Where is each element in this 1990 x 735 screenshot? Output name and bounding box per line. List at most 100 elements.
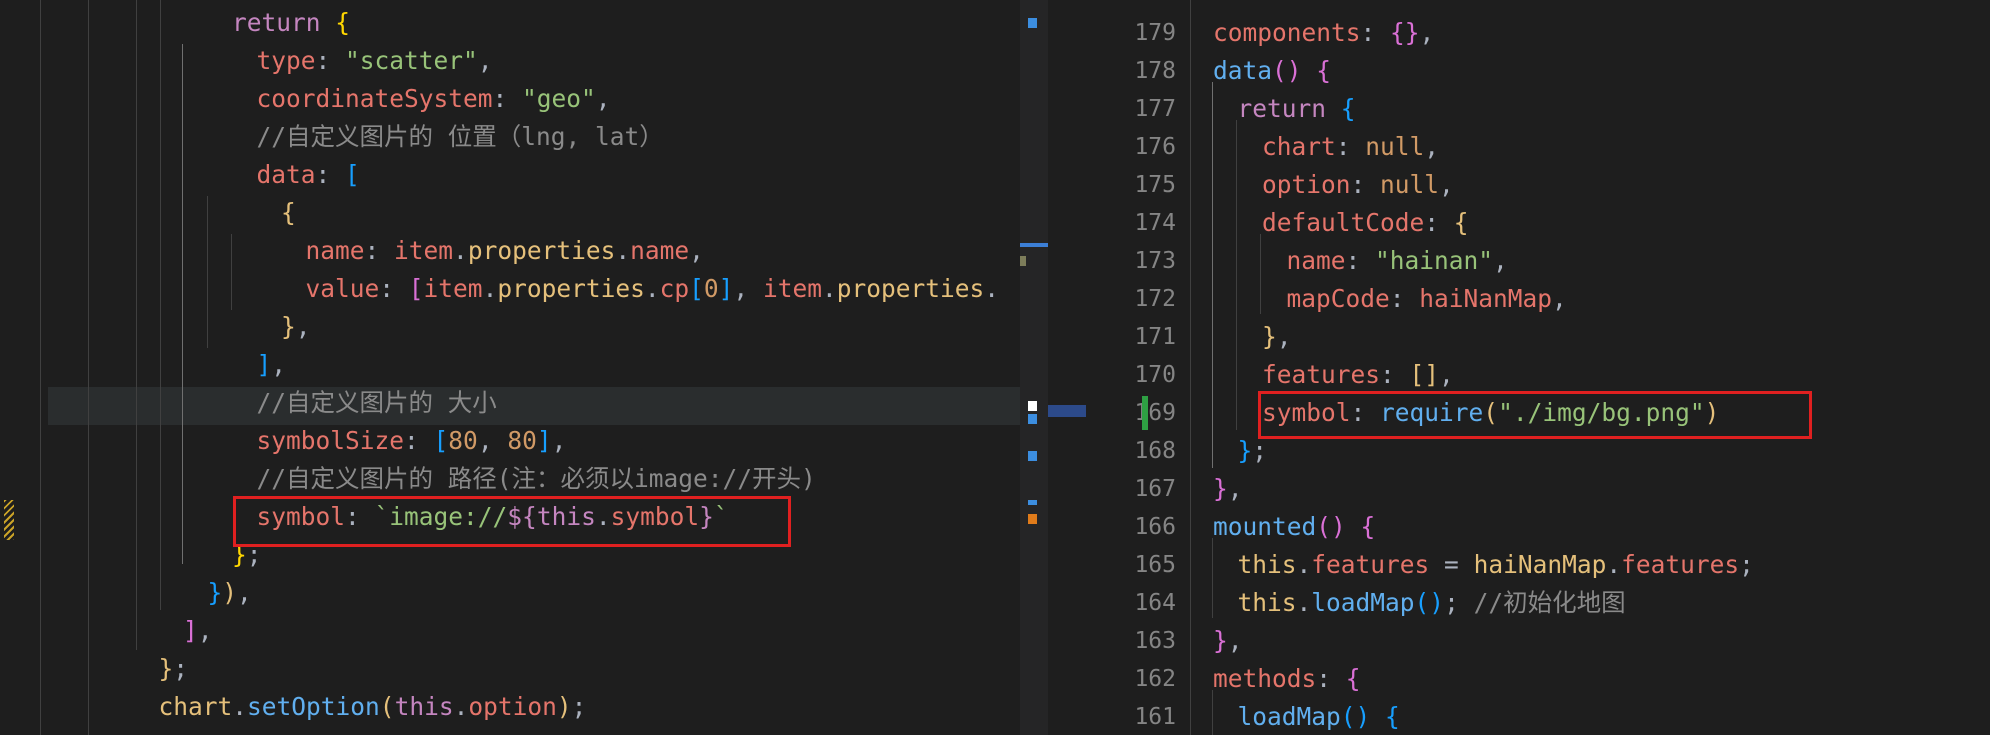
code-line: type: "scatter", — [0, 42, 1020, 80]
code-line: }, — [1048, 470, 1990, 508]
code-token: { — [1340, 94, 1356, 123]
code-token: [ — [408, 274, 424, 303]
code-token: , — [477, 426, 508, 455]
code-line: }, — [1048, 622, 1990, 660]
code-token: this — [1237, 550, 1297, 579]
code-token: , — [477, 46, 493, 75]
code-token: , — [295, 312, 311, 341]
code-token: : — [1316, 664, 1346, 693]
code-token: , — [1276, 322, 1292, 351]
code-token: [ — [345, 160, 360, 189]
code-line: name: "hainan", — [1048, 242, 1990, 280]
highlight-box-symbol-right — [1258, 391, 1812, 439]
code-line: //自定义图片的 大小 — [0, 384, 1020, 422]
code-token: : — [492, 84, 523, 113]
code-token: properties — [467, 236, 616, 265]
code-token: } — [281, 312, 296, 341]
git-modified-bar — [1142, 396, 1148, 430]
code-token: "geo" — [522, 84, 596, 113]
code-line: chart: null, — [1048, 128, 1990, 166]
code-line: mapCode: haiNanMap, — [1048, 280, 1990, 318]
code-token: , — [551, 426, 567, 455]
ruler-marker — [1020, 256, 1026, 266]
code-token: , — [595, 84, 611, 113]
code-token: . — [821, 274, 837, 303]
code-token: ] — [718, 274, 734, 303]
code-token: = — [1429, 550, 1474, 579]
code-line: //自定义图片的 路径(注：必须以image://开头) — [0, 460, 1020, 498]
code-token: option — [1262, 170, 1351, 199]
ruler-marker — [1028, 500, 1037, 505]
code-line: chart.setOption(this.option); — [0, 688, 1020, 726]
code-token: } — [1213, 626, 1228, 655]
code-token: option — [468, 692, 557, 721]
code-token: features — [1621, 550, 1740, 579]
code-token: , — [689, 236, 704, 265]
code-line: option: null, — [1048, 166, 1990, 204]
overview-ruler[interactable] — [1020, 0, 1048, 735]
line-number: 176 — [1134, 134, 1176, 160]
code-line: data() { — [1048, 52, 1990, 90]
code-token: ] — [256, 350, 272, 379]
code-token: { — [1385, 702, 1400, 731]
code-line: //自定义图片的 位置（lng, lat） — [0, 118, 1020, 156]
code-token: , — [1227, 626, 1243, 655]
code-token: : — [1424, 208, 1454, 237]
code-token: ( — [379, 692, 395, 721]
code-token: "scatter" — [345, 46, 478, 75]
code-token: : — [315, 46, 346, 75]
line-number: 163 — [1134, 628, 1176, 654]
code-token: : — [404, 426, 434, 455]
code-token: { — [1316, 56, 1332, 85]
code-line: return { — [1048, 90, 1990, 128]
code-token: } — [1262, 322, 1277, 351]
code-token: { — [281, 198, 296, 227]
line-number: 161 — [1134, 704, 1176, 730]
code-token: , — [1424, 132, 1440, 161]
code-token: loadMap — [1237, 702, 1341, 731]
code-token: . — [1296, 588, 1312, 617]
ruler-marker — [1028, 514, 1037, 524]
code-token: ; — [1444, 588, 1474, 617]
code-token: haiNanMap — [1419, 284, 1553, 313]
line-number: 172 — [1134, 286, 1176, 312]
right-editor-pane[interactable]: components: {}, 179 data() {178 return {177… — [1048, 0, 1990, 735]
code-token: . — [453, 236, 468, 265]
code-token: null — [1365, 132, 1425, 161]
code-token: : — [379, 274, 409, 303]
code-token: { — [1360, 512, 1376, 541]
code-token: ; — [1739, 550, 1754, 579]
code-token: //初始化地图 — [1473, 588, 1626, 617]
code-line: defaultCode: { — [1048, 204, 1990, 242]
code-token: item — [762, 274, 822, 303]
modified-gutter-indicator — [4, 500, 14, 540]
code-line: this.features = haiNanMap.features; — [1048, 546, 1990, 584]
code-line: this.loadMap(); //初始化地图 — [1048, 584, 1990, 622]
code-line: { — [0, 194, 1020, 232]
code-token: //自定义图片的 位置（lng, lat） — [256, 122, 664, 151]
code-token: ) — [556, 692, 572, 721]
code-token: [ — [433, 426, 449, 455]
code-token: . — [984, 274, 999, 303]
code-token: ] — [536, 426, 552, 455]
left-editor-pane[interactable]: return {type: "scatter", coordinateSystem… — [0, 0, 1020, 735]
code-token: [] — [1409, 360, 1440, 389]
line-number: 166 — [1134, 514, 1176, 540]
code-token: . — [1606, 550, 1622, 579]
code-token: , — [1419, 18, 1435, 47]
line-number: 170 — [1134, 362, 1176, 388]
line-number: 164 — [1134, 590, 1176, 616]
code-token: . — [1296, 550, 1312, 579]
code-token: [ — [689, 274, 704, 303]
code-line: coordinateSystem: "geo", — [0, 80, 1020, 118]
code-token: item — [394, 236, 454, 265]
code-token: mapCode — [1286, 284, 1390, 313]
code-token: properties — [836, 274, 985, 303]
code-token: () — [1272, 56, 1302, 85]
code-token: , — [733, 274, 763, 303]
code-token: : — [1380, 360, 1410, 389]
code-line: components: {}, — [1048, 14, 1990, 52]
code-token: //自定义图片的 大小 — [256, 388, 497, 417]
